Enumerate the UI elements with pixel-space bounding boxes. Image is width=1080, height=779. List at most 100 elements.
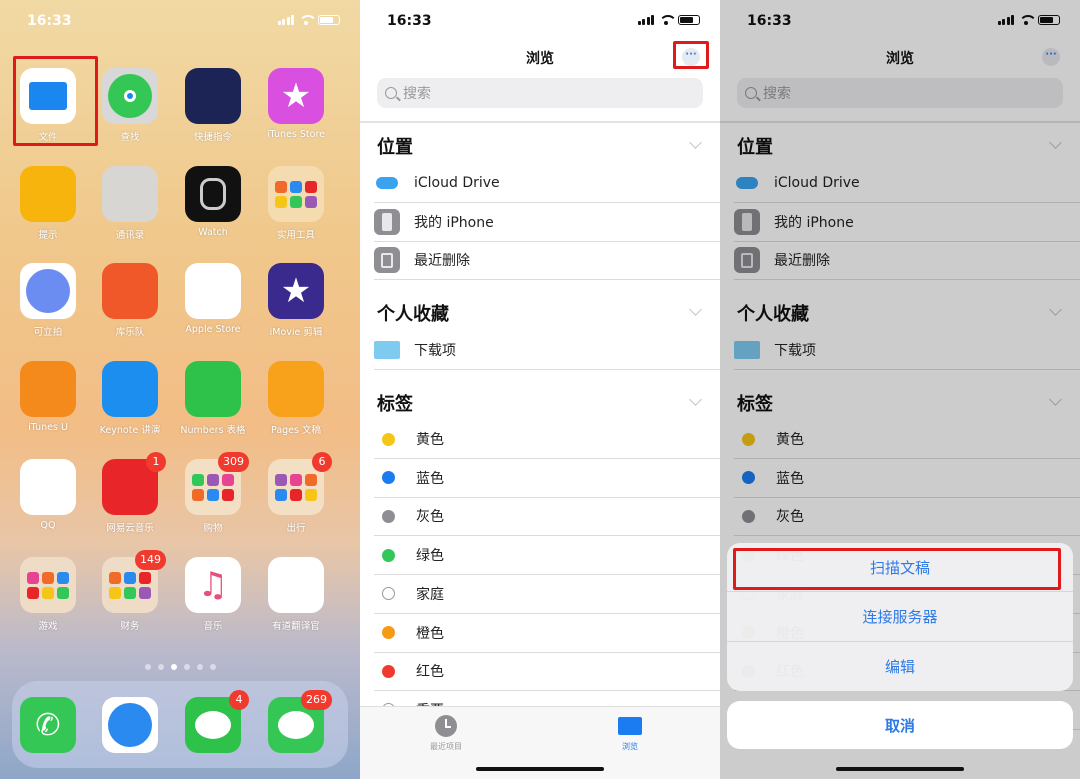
list-item[interactable]: 橙色 (374, 614, 720, 653)
connect-server-button[interactable]: 连接服务器 (727, 592, 1073, 642)
app-apple-store[interactable]: Apple Store (177, 263, 249, 335)
contacts-icon (102, 166, 158, 222)
app-shopping-folder[interactable]: 309 购物 (177, 452, 249, 534)
app-label: iTunes U (28, 422, 68, 433)
app-itunes-u[interactable]: iTunes U (12, 361, 84, 433)
app-clips[interactable]: 可立拍 (12, 263, 84, 338)
app-label: 实用工具 (276, 230, 315, 241)
page-dot[interactable] (170, 664, 177, 670)
app-pages[interactable]: Pages 文稿 (260, 361, 332, 436)
dock-app-messages[interactable]: 269 (260, 690, 332, 753)
app-games-folder[interactable]: 游戏 (12, 557, 84, 632)
list-item[interactable]: 红色 (374, 652, 720, 692)
imovie-icon: ★ (268, 263, 324, 319)
home-indicator[interactable] (476, 767, 604, 771)
app-label: QQ (40, 520, 56, 531)
tab-recents-label: 最近项目 (430, 742, 462, 751)
app-label: Numbers 表格 (180, 425, 246, 436)
page-dot[interactable] (209, 664, 216, 670)
app-find-my[interactable]: 查找 (94, 68, 166, 143)
app-numbers[interactable]: Numbers 表格 (177, 361, 249, 436)
app-utilities-folder[interactable]: 实用工具 (260, 166, 332, 241)
cancel-button[interactable]: 取消 (727, 701, 1073, 749)
tag-color-dot-icon (382, 548, 395, 562)
battery-icon (318, 15, 340, 25)
page-dot[interactable] (183, 664, 190, 670)
shopping-folder-icon: 309 (185, 452, 249, 515)
travel-folder-icon: 6 (268, 452, 332, 515)
divider (360, 121, 720, 123)
section-header-favorites[interactable]: 个人收藏 (377, 300, 449, 326)
app-music[interactable]: ♫ 音乐 (177, 557, 249, 632)
app-label: 音乐 (203, 621, 223, 632)
app-label: 出行 (286, 523, 306, 534)
app-finance-folder[interactable]: 149 财务 (94, 550, 166, 632)
home-indicator[interactable] (836, 767, 964, 771)
app-label: 游戏 (38, 621, 58, 632)
app-keynote[interactable]: Keynote 讲演 (94, 361, 166, 436)
app-shortcuts[interactable]: 快捷指令 (177, 68, 249, 143)
app-garageband[interactable]: 库乐队 (94, 263, 166, 338)
dock-app-wechat[interactable]: 4 (177, 690, 249, 753)
page-indicator[interactable] (0, 664, 360, 670)
app-netease-music[interactable]: 1 网易云音乐 (94, 452, 166, 534)
messages-icon: 269 (268, 690, 332, 753)
app-label: 快捷指令 (193, 132, 232, 143)
list-item[interactable]: 黄色 (374, 420, 720, 459)
app-travel-folder[interactable]: 6 出行 (260, 452, 332, 534)
dock-app-phone[interactable]: ✆ (12, 697, 84, 753)
page-dot[interactable] (157, 664, 164, 670)
list-item-label: 灰色 (416, 509, 444, 526)
list-item[interactable]: iCloud Drive (374, 164, 720, 203)
clips-icon (20, 263, 76, 319)
tab-recents[interactable]: 最近项目 (430, 715, 462, 752)
app-label: 通讯录 (115, 230, 145, 241)
chevron-down-icon[interactable] (689, 136, 702, 149)
app-tips[interactable]: 提示 (12, 166, 84, 241)
tab-browse[interactable]: 浏览 (618, 715, 642, 752)
app-imovie[interactable]: ★ iMovie 剪辑 (260, 263, 332, 338)
page-dot[interactable] (144, 664, 151, 670)
section-header-locations[interactable]: 位置 (377, 133, 413, 159)
tag-color-dot-icon (382, 471, 395, 485)
list-item[interactable]: 灰色 (374, 497, 720, 537)
status-bar: 16:33 (360, 0, 720, 44)
tag-color-dot-icon (382, 432, 395, 446)
phone-icon: ✆ (20, 697, 76, 753)
list-item[interactable]: 最近删除 (374, 241, 720, 281)
notification-badge: 309 (218, 452, 249, 472)
list-item[interactable]: 家庭 (374, 575, 720, 614)
app-itunes-store[interactable]: ★ iTunes Store (260, 68, 332, 140)
dock-app-safari[interactable] (94, 697, 166, 753)
page-dot[interactable] (196, 664, 203, 670)
list-item[interactable]: 我的 iPhone (374, 203, 720, 242)
list-item[interactable]: 下载项 (374, 331, 720, 370)
garageband-icon (102, 263, 158, 319)
tab-browse-label: 浏览 (622, 742, 638, 751)
app-qq[interactable]: QQ (12, 459, 84, 531)
chevron-down-icon[interactable] (689, 303, 702, 316)
more-button-highlight (673, 41, 709, 69)
pages-icon (268, 361, 324, 417)
search-input[interactable]: 搜索 (377, 78, 703, 108)
qq-icon (20, 459, 76, 515)
page-title: 浏览 (526, 51, 554, 67)
app-contacts[interactable]: 通讯录 (94, 166, 166, 241)
app-youdao-translate[interactable]: 有道翻译官 (260, 557, 332, 632)
app-watch[interactable]: Watch (177, 166, 249, 238)
tips-icon (20, 166, 76, 222)
wifi-icon (299, 15, 317, 25)
edit-button[interactable]: 编辑 (727, 642, 1073, 691)
safari-icon (102, 697, 158, 753)
clock-icon (435, 715, 457, 737)
folder-icon (618, 717, 642, 735)
numbers-icon (185, 361, 241, 417)
list-item[interactable]: 绿色 (374, 536, 720, 576)
chevron-down-icon[interactable] (689, 393, 702, 406)
app-label: 提示 (38, 230, 58, 241)
section-header-tags[interactable]: 标签 (377, 390, 413, 416)
list-item-label: 绿色 (416, 548, 444, 565)
netease-music-icon: 1 (102, 452, 166, 515)
app-label: 可立拍 (33, 327, 63, 338)
list-item[interactable]: 蓝色 (374, 459, 720, 498)
